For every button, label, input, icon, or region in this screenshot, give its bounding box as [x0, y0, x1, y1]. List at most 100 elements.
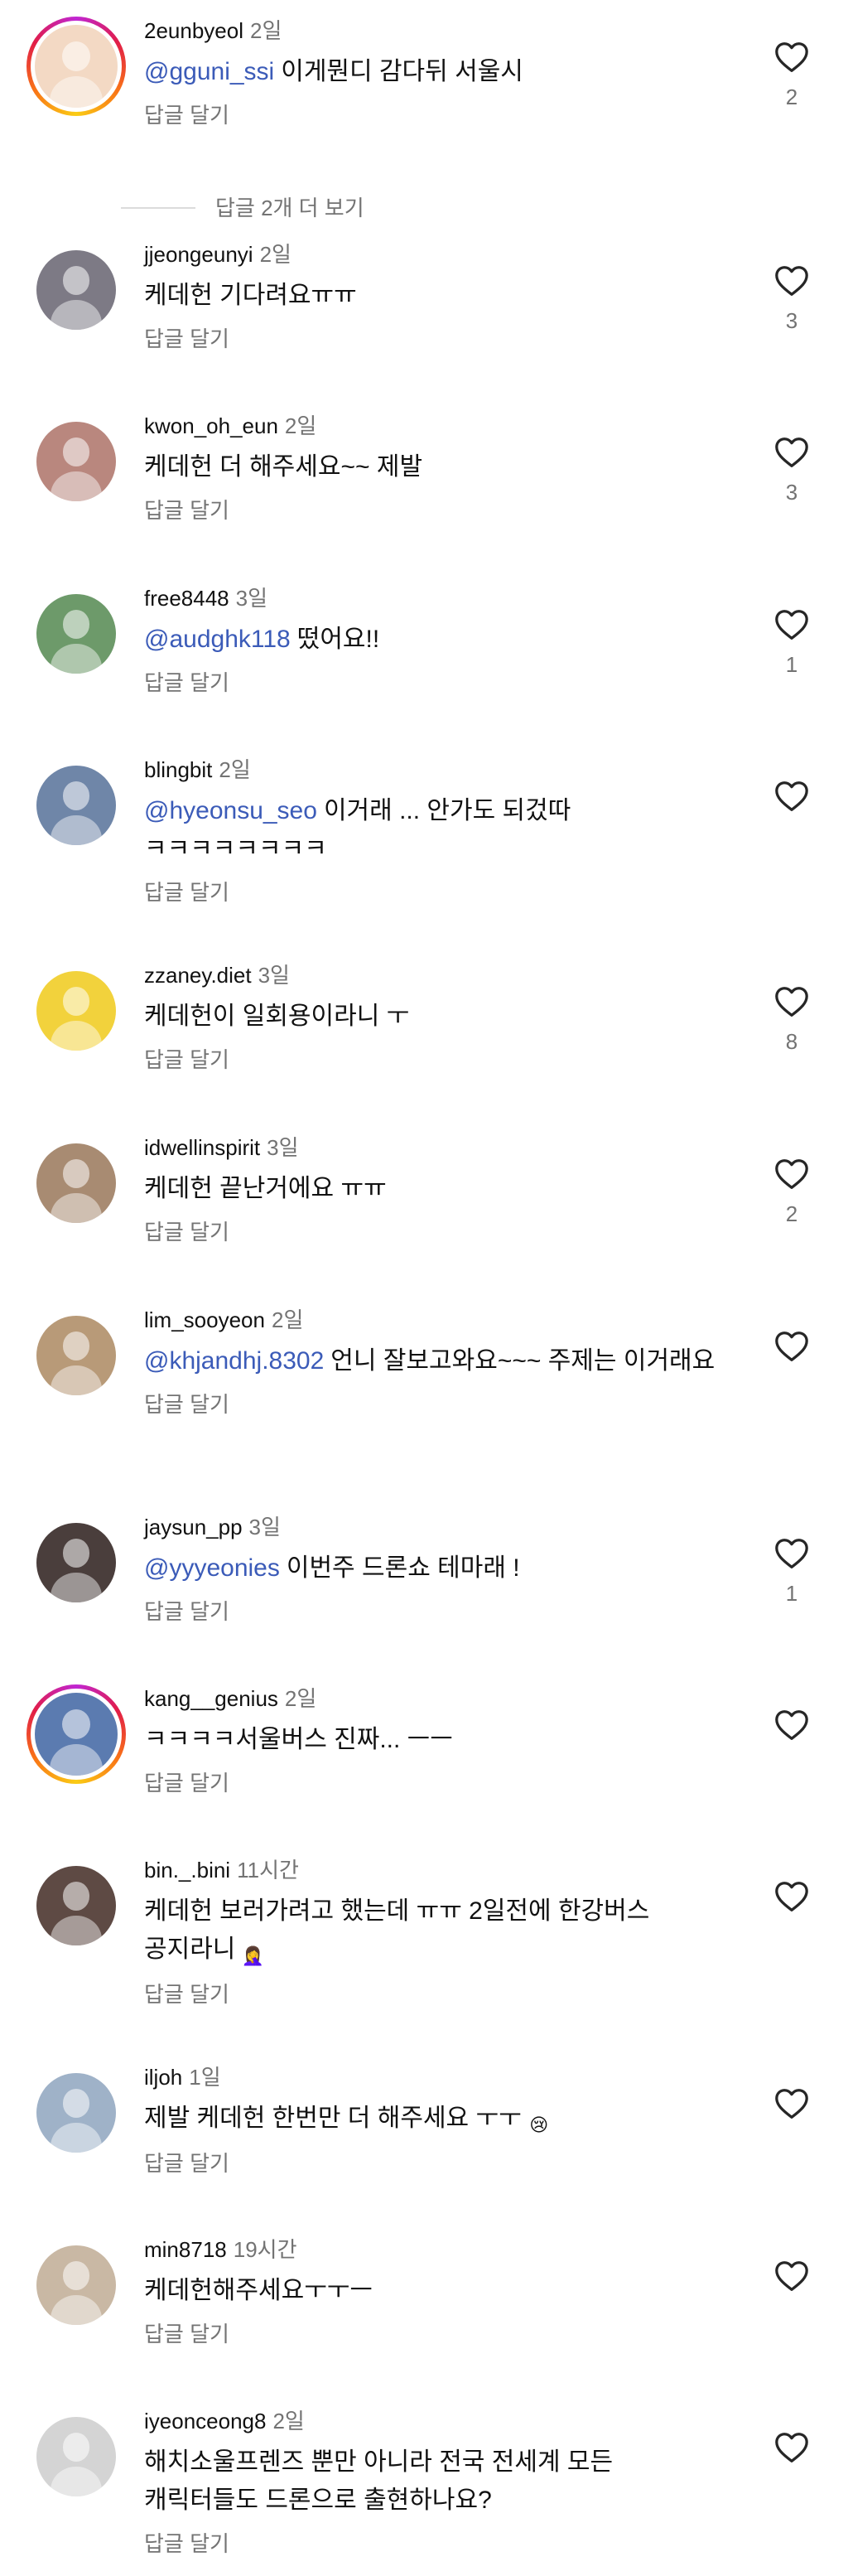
- comment-body: 케데헌해주세요ㅜㅜㅡ: [144, 2277, 373, 2304]
- like-control: 3: [768, 263, 815, 333]
- like-count: 1: [785, 1581, 798, 1606]
- avatar[interactable]: [35, 1693, 118, 1776]
- comment-meta: lim_sooyeon 2일: [144, 1306, 724, 1334]
- heart-outline-icon[interactable]: [773, 2086, 810, 2119]
- reply-button[interactable]: 답글 달기: [144, 1980, 229, 2008]
- reply-button[interactable]: 답글 달기: [144, 2530, 229, 2558]
- username[interactable]: free8448: [144, 586, 229, 611]
- username[interactable]: jaysun_pp: [144, 1515, 243, 1539]
- view-more-replies[interactable]: 답글 2개 더 보기: [121, 194, 364, 222]
- comment-content: min8718 19시간케데헌해주세요ㅜㅜㅡ 답글 달기: [144, 2235, 724, 2348]
- comment-time: 2일: [250, 18, 282, 43]
- reply-button[interactable]: 답글 달기: [144, 878, 229, 906]
- avatar[interactable]: [36, 1316, 116, 1395]
- mention-link[interactable]: @hyeonsu_seo: [144, 797, 317, 824]
- emoji-icon: 🤦‍♀️: [241, 1945, 265, 1966]
- heart-outline-icon[interactable]: [773, 1536, 810, 1569]
- avatar[interactable]: [36, 1523, 116, 1602]
- mention-link[interactable]: @yyyeonies: [144, 1554, 280, 1582]
- reply-button[interactable]: 답글 달기: [144, 325, 229, 353]
- like-control: 3: [768, 435, 815, 505]
- comment-body: 케데헌 더 해주세요~~ 제발: [144, 453, 423, 481]
- heart-outline-icon[interactable]: [773, 984, 810, 1017]
- comment-meta: 2eunbyeol 2일: [144, 17, 724, 45]
- reply-button[interactable]: 답글 달기: [144, 1390, 229, 1418]
- reply-button[interactable]: 답글 달기: [144, 2149, 229, 2177]
- comment-time: 11시간: [237, 1858, 299, 1882]
- reply-button[interactable]: 답글 달기: [144, 101, 229, 129]
- story-ring[interactable]: [26, 1684, 126, 1784]
- heart-outline-icon[interactable]: [773, 263, 810, 297]
- heart-outline-icon[interactable]: [773, 40, 810, 73]
- reply-button[interactable]: 답글 달기: [144, 496, 229, 524]
- heart-outline-icon[interactable]: [773, 435, 810, 468]
- avatar-head-shape: [62, 610, 90, 639]
- reply-button[interactable]: 답글 달기: [144, 669, 229, 697]
- comment-time: 2일: [272, 2409, 305, 2433]
- heart-outline-icon[interactable]: [773, 607, 810, 640]
- reply-button[interactable]: 답글 달기: [144, 1218, 229, 1246]
- mention-link[interactable]: @gguni_ssi: [144, 58, 274, 85]
- avatar[interactable]: [36, 2417, 116, 2496]
- avatar[interactable]: [35, 25, 118, 108]
- username[interactable]: idwellinspirit: [144, 1135, 260, 1160]
- avatar[interactable]: [36, 971, 116, 1051]
- avatar-container: [26, 756, 126, 855]
- heart-outline-icon[interactable]: [773, 2259, 810, 2292]
- username[interactable]: iyeonceong8: [144, 2409, 266, 2433]
- username[interactable]: min8718: [144, 2237, 227, 2262]
- username[interactable]: bin._.bini: [144, 1858, 230, 1882]
- reply-button[interactable]: 답글 달기: [144, 1046, 229, 1074]
- avatar-container: [26, 2235, 126, 2335]
- avatar[interactable]: [36, 766, 116, 845]
- heart-outline-icon[interactable]: [773, 1879, 810, 1912]
- comment-meta: min8718 19시간: [144, 2235, 724, 2264]
- comment-content: jjeongeunyi 2일 케데헌 기다려요ㅠㅠ 답글 달기: [144, 240, 724, 353]
- story-ring-gap: [31, 21, 122, 112]
- comment-text: 제발 케데헌 한번만 더 해주세요 ㅜㅜ 😢: [144, 2100, 724, 2139]
- avatar[interactable]: [36, 594, 116, 674]
- like-count: 3: [785, 480, 798, 505]
- heart-outline-icon[interactable]: [773, 1329, 810, 1362]
- reply-button[interactable]: 답글 달기: [144, 1597, 229, 1626]
- comment-content: jaysun_pp 3일 @yyyeonies 이번주 드론쇼 테마래 ! 답글 달기: [144, 1513, 724, 1626]
- username[interactable]: zzaney.diet: [144, 963, 252, 988]
- more-replies-divider: [121, 207, 195, 209]
- username[interactable]: jjeongeunyi: [144, 242, 253, 267]
- mention-link[interactable]: @audghk118: [144, 626, 291, 653]
- heart-outline-icon[interactable]: [773, 1157, 810, 1190]
- like-control: [768, 2430, 815, 2500]
- like-count: 2: [785, 85, 798, 109]
- avatar[interactable]: [36, 1866, 116, 1945]
- avatar-container: [26, 1684, 126, 1784]
- view-more-replies-label: 답글 2개 더 보기: [215, 196, 364, 220]
- avatar[interactable]: [36, 2245, 116, 2325]
- username[interactable]: lim_sooyeon: [144, 1307, 265, 1332]
- username[interactable]: kwon_oh_eun: [144, 413, 278, 438]
- avatar[interactable]: [36, 250, 116, 330]
- username[interactable]: 2eunbyeol: [144, 18, 243, 43]
- like-count: 3: [785, 308, 798, 333]
- heart-outline-icon[interactable]: [773, 779, 810, 812]
- avatar[interactable]: [36, 2073, 116, 2153]
- username[interactable]: kang__genius: [144, 1686, 278, 1711]
- comment-content: iyeonceong8 2일 해치소울프렌즈 뿐만 아니라 전국 전세계 모든 캐릭…: [144, 2407, 724, 2558]
- avatar[interactable]: [36, 1143, 116, 1223]
- comment-body: ㅋㅋㅋㅋ서울버스 진짜... ㅡㅡ: [144, 1726, 453, 1753]
- mention-link[interactable]: @khjandhj.8302: [144, 1347, 324, 1375]
- heart-outline-icon[interactable]: [773, 2430, 810, 2463]
- like-count: 8: [785, 1029, 798, 1054]
- story-ring[interactable]: [26, 17, 126, 116]
- username[interactable]: iljoh: [144, 2065, 182, 2090]
- comment-time: 2일: [259, 242, 292, 267]
- avatar-container: [26, 17, 126, 116]
- comment-body: 떴어요!!: [296, 626, 380, 653]
- comment-meta: iljoh 1일: [144, 2063, 724, 2091]
- avatar[interactable]: [36, 422, 116, 501]
- reply-button[interactable]: 답글 달기: [144, 1769, 229, 1797]
- heart-outline-icon[interactable]: [773, 1708, 810, 1741]
- username[interactable]: blingbit: [144, 757, 212, 782]
- like-control: [768, 1708, 815, 1777]
- reply-button[interactable]: 답글 달기: [144, 2320, 229, 2348]
- avatar-container: [26, 2407, 126, 2506]
